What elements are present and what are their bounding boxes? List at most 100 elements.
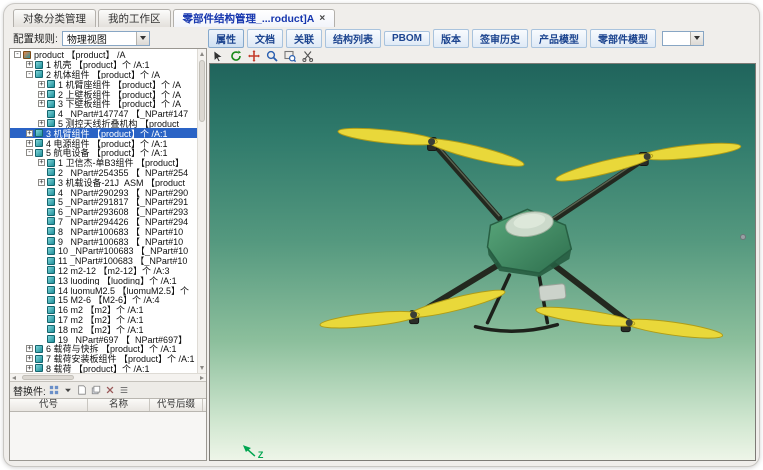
tree-node[interactable]: 17 m2 【m2】个 /A:1 xyxy=(10,315,197,325)
expand-icon[interactable]: + xyxy=(38,81,45,88)
window-tab-2[interactable]: 我的工作区 xyxy=(98,9,171,27)
scrollbar-thumb[interactable] xyxy=(199,60,205,122)
window-tab-3[interactable]: 零部件结构管理_...roduct]A× xyxy=(173,9,336,27)
tree-node[interactable]: +2 上壁板组件 【product】个 /A xyxy=(10,89,197,99)
tree-node[interactable]: 5 _NPart#291817 【_NPart#291 xyxy=(10,197,197,207)
tab-关联[interactable]: 关联 xyxy=(286,29,322,48)
tree-node[interactable]: +7 载荷安装板组件 【product】个 /A:1 xyxy=(10,354,197,364)
tree-node[interactable]: -5 航电设备 【product】个 /A:1 xyxy=(10,148,197,158)
tree-node[interactable]: 19 _NPart#697 【_NPart#697】 xyxy=(10,334,197,344)
expand-icon[interactable]: + xyxy=(26,365,33,372)
part-icon xyxy=(47,80,55,88)
tree-node-label: 16 m2 【m2】个 /A:1 xyxy=(58,305,144,315)
select-icon[interactable] xyxy=(211,49,224,62)
tree-node[interactable]: 7 _NPart#294426 【_NPart#294 xyxy=(10,217,197,227)
tree-node[interactable]: +3 下壁板组件 【product】个 /A xyxy=(10,99,197,109)
expand-icon[interactable]: + xyxy=(38,159,45,166)
dropdown-arrow-icon[interactable] xyxy=(136,32,149,45)
tree-node[interactable]: +8 载荷 【product】个 /A:1 xyxy=(10,364,197,374)
3d-canvas[interactable]: Z xyxy=(209,63,756,461)
collapse-icon[interactable]: - xyxy=(26,149,33,156)
column-header-2[interactable]: 名称 xyxy=(88,399,150,411)
column-header-3[interactable]: 代号后缀 xyxy=(150,399,203,411)
tree-node[interactable]: -product 【product】 /A xyxy=(10,50,197,60)
tree-node[interactable]: 16 m2 【m2】个 /A:1 xyxy=(10,305,197,315)
expand-icon[interactable]: + xyxy=(26,130,33,137)
column-header-1[interactable]: 代号 xyxy=(10,399,88,411)
tree-node[interactable]: 9 _NPart#100683 【_NPart#10 xyxy=(10,236,197,246)
tab-close-icon[interactable]: × xyxy=(319,13,325,24)
tree-node[interactable]: +1 机臂座组件 【product】个 /A xyxy=(10,79,197,89)
tree-node-label: 4 _NPart#290293 【_NPart#290 xyxy=(58,187,188,197)
collapse-icon[interactable]: - xyxy=(26,71,33,78)
expand-icon[interactable]: + xyxy=(38,179,45,186)
orbit-icon[interactable] xyxy=(229,49,242,62)
layers-icon[interactable] xyxy=(91,385,102,396)
part-icon xyxy=(47,306,55,314)
tree-node[interactable]: +1 机壳 【product】个 /A:1 xyxy=(10,60,197,70)
tree-node[interactable]: 18 m2 【m2】个 /A:1 xyxy=(10,324,197,334)
tree-node[interactable]: 13 luoding 【luoding】个 /A:1 xyxy=(10,275,197,285)
scroll-up-icon[interactable] xyxy=(200,52,204,56)
part-icon xyxy=(35,364,43,372)
tab-零部件模型[interactable]: 零部件模型 xyxy=(590,29,656,48)
tree-node-selected[interactable]: +3 机臂组件 【product】个 /A:1 xyxy=(10,128,197,138)
dropdown-arrow-icon[interactable] xyxy=(690,32,703,45)
dropdown-arrow-icon[interactable] xyxy=(63,385,74,396)
tree-node[interactable]: 2 _NPart#254355 【_NPart#254 xyxy=(10,168,197,178)
expand-icon[interactable]: + xyxy=(38,120,45,127)
expand-icon[interactable]: + xyxy=(26,345,33,352)
tab-签审历史[interactable]: 签审历史 xyxy=(472,29,528,48)
tree-node[interactable]: +4 电源组件 【product】个 /A:1 xyxy=(10,138,197,148)
tree-node[interactable]: +1 卫信杰-单B3组件 【product】 xyxy=(10,158,197,168)
tree-node[interactable]: 10 _NPart#100683 【_NPart#10 xyxy=(10,246,197,256)
expand-icon[interactable]: + xyxy=(26,355,33,362)
tree-node[interactable]: 8 _NPart#100683 【_NPart#10 xyxy=(10,226,197,236)
tab-PBOM[interactable]: PBOM xyxy=(384,31,430,46)
scroll-left-icon[interactable] xyxy=(12,376,16,380)
tree-node[interactable]: -2 机体组件 【product】个 /A xyxy=(10,70,197,80)
tree-node[interactable]: 12 m2-12 【m2-12】个 /A:3 xyxy=(10,266,197,276)
tree-node[interactable]: 4 _NPart#290293 【_NPart#290 xyxy=(10,187,197,197)
tree-node[interactable]: 15 M2-6 【M2-6】个 /A:4 xyxy=(10,295,197,305)
tree-node[interactable]: +3 机载设备-21J_ASM 【product xyxy=(10,177,197,187)
tree-node[interactable]: 4 _NPart#147747 【_NPart#147 xyxy=(10,109,197,119)
tab-产品模型[interactable]: 产品模型 xyxy=(531,29,587,48)
new-icon[interactable] xyxy=(77,385,88,396)
zoom-icon[interactable] xyxy=(265,49,278,62)
tree-node[interactable]: +6 载荷与快拆 【product】个 /A:1 xyxy=(10,344,197,354)
tree-node[interactable]: 14 luomuM2.5 【luomuM2.5】个 xyxy=(10,285,197,295)
zoom-window-icon[interactable] xyxy=(283,49,296,62)
tree-horizontal-scrollbar[interactable] xyxy=(10,373,206,382)
scrollbar-thumb[interactable] xyxy=(22,375,74,380)
expand-icon[interactable]: + xyxy=(38,91,45,98)
structure-tree-panel: -product 【product】 /A+1 机壳 【product】个 /A… xyxy=(9,48,207,461)
tree-node[interactable]: 11 _NPart#100683 【_NPart#10 xyxy=(10,256,197,266)
expand-icon[interactable]: + xyxy=(26,61,33,68)
options-icon[interactable] xyxy=(119,385,130,396)
pan-icon[interactable] xyxy=(247,49,260,62)
expand-icon[interactable]: + xyxy=(38,100,45,107)
scroll-down-icon[interactable] xyxy=(200,366,204,370)
viewport-option-select[interactable] xyxy=(662,31,704,46)
tab-属性[interactable]: 属性 xyxy=(208,29,244,48)
grid-view-icon[interactable] xyxy=(49,385,60,396)
tree-node-label: 18 m2 【m2】个 /A:1 xyxy=(58,324,144,334)
tree-node-label: 1 卫信杰-单B3组件 【product】 xyxy=(58,158,184,168)
tree-node[interactable]: 6 _NPart#293608 【_NPart#293 xyxy=(10,207,197,217)
tree-node[interactable]: +5 测控天线折叠机构 【product xyxy=(10,119,197,129)
splitter-collapse-handle[interactable] xyxy=(740,234,746,240)
tab-结构列表[interactable]: 结构列表 xyxy=(325,29,381,48)
tab-版本[interactable]: 版本 xyxy=(433,29,469,48)
expand-icon[interactable]: + xyxy=(26,140,33,147)
delete-icon[interactable] xyxy=(105,385,116,396)
tab-文档[interactable]: 文档 xyxy=(247,29,283,48)
clip-icon[interactable] xyxy=(301,49,314,62)
collapse-icon[interactable]: - xyxy=(14,51,21,58)
tree-vertical-scrollbar[interactable] xyxy=(197,49,206,373)
scroll-right-icon[interactable] xyxy=(200,376,204,380)
tree-node-label: 11 _NPart#100683 【_NPart#10 xyxy=(58,256,187,266)
window-tab-1[interactable]: 对象分类管理 xyxy=(13,9,96,27)
config-rule-select[interactable]: 物理视图 xyxy=(62,31,150,46)
drone-body xyxy=(487,209,571,301)
